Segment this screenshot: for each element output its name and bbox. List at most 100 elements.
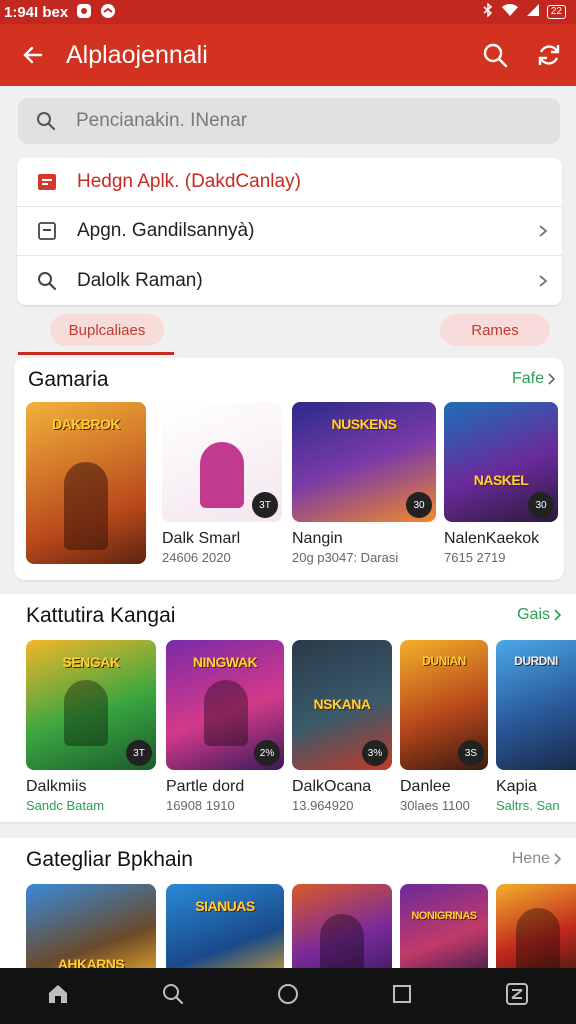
thumbnail-title: SENGAK	[62, 654, 120, 670]
rating-badge: 2%	[254, 740, 280, 766]
active-tab-indicator	[18, 352, 174, 355]
search-input[interactable]	[76, 110, 516, 132]
refresh-button[interactable]	[522, 42, 576, 68]
see-more-label: Gais	[517, 606, 550, 623]
app-meta: 16908 1910	[166, 798, 235, 813]
menu-item-category[interactable]: Apgn. Gandilsannyà)	[17, 207, 562, 256]
app-thumbnail: NSKANA 3%	[292, 640, 392, 770]
app-card[interactable]: DAKBROK	[26, 402, 146, 564]
chevron-right-icon	[548, 373, 556, 385]
search-nav-button[interactable]	[161, 982, 185, 1011]
rating-badge: 30	[406, 492, 432, 518]
home-icon	[48, 984, 67, 1003]
app-meta: 13.964920	[292, 798, 354, 813]
app-card[interactable]: DUNIAN 3S Danlee 30laes 1100	[400, 640, 488, 813]
app-card[interactable]: AHKARNS	[26, 884, 156, 968]
app-name: Dalkmiis	[26, 778, 87, 795]
app-bar: Alplaojennali	[0, 24, 576, 86]
thumbnail-title: DUNIAN	[422, 654, 466, 668]
app-card[interactable]: NASKEL 30 NalenKaekok 7615 2719	[444, 402, 558, 565]
app-card[interactable]: NUSKENS 30 Nangin 20g p3047: Darasi	[292, 402, 436, 565]
quick-menu: Hedgn Aplk. (DakdCanlay) Apgn. Gandilsan…	[17, 158, 562, 305]
app-card[interactable]: NONIGRINAS	[400, 884, 488, 968]
app-icon	[38, 174, 56, 190]
chevron-right-icon	[539, 225, 548, 237]
square-icon	[393, 984, 412, 1003]
switch-button[interactable]	[504, 981, 530, 1012]
tab-applications[interactable]: Buplcaliaes	[50, 314, 164, 346]
thumbnail-title: AHKARNS	[57, 956, 125, 968]
menu-item-app[interactable]: Hedgn Aplk. (DakdCanlay)	[17, 158, 562, 207]
section-title: Gategliar Bpkhain	[26, 848, 193, 871]
menu-item-label: Dalolk Raman)	[77, 269, 203, 291]
home-button[interactable]	[46, 982, 70, 1011]
rating-badge: 3%	[362, 740, 388, 766]
search-button[interactable]	[468, 42, 522, 68]
app-thumbnail: NONIGRINAS	[400, 884, 488, 968]
see-more-link[interactable]: Fafe	[512, 370, 556, 388]
tab-games[interactable]: Rames	[440, 314, 550, 346]
battery-icon: 22	[546, 5, 566, 19]
bluetooth-icon	[483, 2, 493, 21]
notification-icon	[76, 3, 92, 22]
search-icon	[162, 983, 183, 1004]
search-icon	[38, 271, 57, 290]
app-name: DalkOcana	[292, 778, 372, 795]
back-button[interactable]	[0, 43, 66, 67]
app-card[interactable]	[292, 884, 392, 968]
character-figure	[64, 462, 108, 550]
rating-badge: 3S	[458, 740, 484, 766]
status-time: 1:94I bex	[4, 3, 69, 21]
app-card[interactable]	[496, 884, 576, 968]
app-card[interactable]: 3T Dalk Smarl 24606 2020	[162, 402, 282, 565]
app-card[interactable]: DURDNI Kapia Saltrs. San	[496, 640, 576, 813]
menu-item-label: Hedgn Aplk. (DakdCanlay)	[77, 171, 301, 192]
section-games: Gamaria Fafe DAKBROK 3T Dalk Smarl 24606…	[14, 358, 564, 580]
thumbnail-title: NUSKENS	[331, 416, 397, 432]
app-name: Partle dord	[166, 778, 245, 795]
app-card[interactable]: SIANUAS	[166, 884, 284, 968]
section-title: Kattutira Kangai	[26, 604, 176, 627]
chevron-right-icon	[554, 609, 562, 621]
see-more-label: Hene	[511, 850, 550, 867]
message-icon	[100, 3, 116, 22]
chevron-right-icon	[539, 274, 548, 287]
switch-apps-icon	[506, 982, 529, 1005]
see-more-link[interactable]: Gais	[517, 606, 562, 624]
status-bar: 1:94I bex 22	[0, 0, 576, 24]
thumbnail-title: SIANUAS	[195, 898, 255, 914]
app-thumbnail: DAKBROK	[26, 402, 146, 564]
app-thumbnail: AHKARNS	[26, 884, 156, 968]
circle-icon	[277, 983, 298, 1004]
rating-badge: 3T	[252, 492, 278, 518]
circle-home-button[interactable]	[276, 982, 300, 1011]
app-card[interactable]: NSKANA 3% DalkOcana 13.964920	[292, 640, 392, 813]
thumbnail-title: NONIGRINAS	[411, 910, 477, 922]
app-card[interactable]: SENGAK 3T Dalkmiis Sandc Batam	[26, 640, 156, 813]
app-card[interactable]: NINGWAK 2% Partle dord 16908 1910	[166, 640, 284, 813]
app-thumbnail: DURDNI	[496, 640, 576, 770]
app-meta: Saltrs. San	[496, 798, 560, 813]
chevron-right-icon	[554, 853, 562, 865]
app-name: Danlee	[400, 778, 451, 795]
menu-item-search[interactable]: Dalolk Raman)	[17, 256, 562, 305]
app-thumbnail: DUNIAN 3S	[400, 640, 488, 770]
thumbnail-title: DAKBROK	[51, 416, 121, 432]
app-thumbnail: 3T	[162, 402, 282, 522]
section-popular: Kattutira Kangai Gais SENGAK 3T Dalkmiis…	[0, 594, 576, 822]
app-thumbnail	[292, 884, 392, 968]
see-more-link[interactable]: Hene	[512, 850, 562, 868]
app-name: Kapia	[496, 778, 537, 795]
square-icon	[38, 222, 56, 240]
app-meta: 30laes 1100	[400, 798, 470, 813]
thumbnail-title: NSKANA	[313, 696, 371, 712]
page-title: Alplaojennali	[66, 40, 208, 69]
recents-button[interactable]	[391, 983, 413, 1010]
app-thumbnail: SENGAK 3T	[26, 640, 156, 770]
app-name: NalenKaekok	[444, 530, 540, 547]
search-bar	[18, 98, 560, 144]
system-nav-bar	[0, 968, 576, 1024]
menu-item-label: Apgn. Gandilsannyà)	[77, 220, 255, 241]
app-meta: 7615 2719	[444, 550, 506, 565]
wifi-icon	[501, 3, 519, 21]
